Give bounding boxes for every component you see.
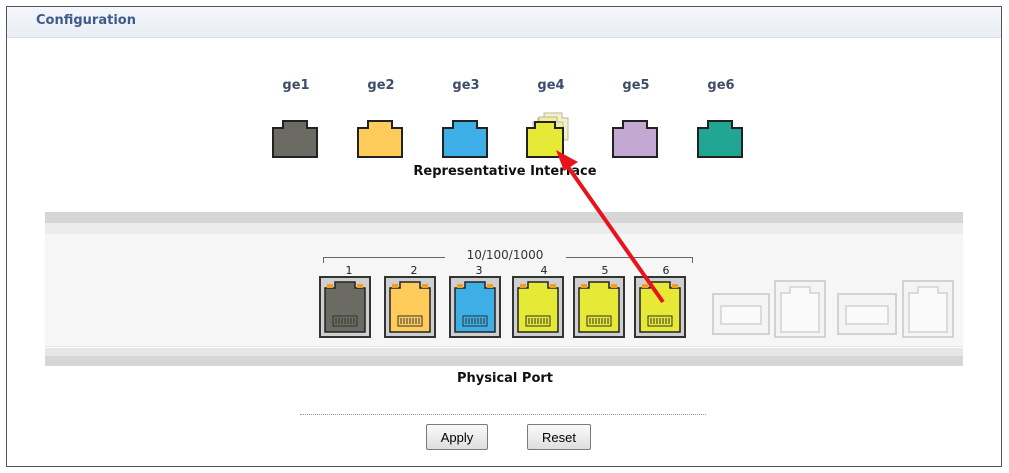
representative-interface-label: Representative Interface [413,164,597,179]
button-separator [300,414,706,415]
panel-bottom-bar-light [45,348,963,356]
ethernet-port-icon-disabled-2 [902,280,954,338]
ethernet-port-icon-3[interactable] [449,276,501,338]
panel-top-bar-shadow [45,223,963,234]
panel-top-bar [45,212,963,223]
speed-label: 10/100/1000 [466,248,544,262]
ethernet-port-icon-6[interactable] [634,276,686,338]
interface-icon-ge4[interactable] [525,112,577,158]
section-title: Configuration [36,13,136,28]
physical-port-label: Physical Port [457,371,553,386]
section-header: Configuration [7,7,1001,38]
ethernet-port-icon-1[interactable] [319,276,371,338]
interface-label-ge6: ge6 [707,78,735,93]
sfp-slot-icon-1 [712,293,770,335]
reset-button[interactable]: Reset [527,424,591,450]
interface-icon-ge5[interactable] [612,118,658,158]
apply-button[interactable]: Apply [426,424,488,450]
panel-bottom-bar [45,356,963,366]
interface-label-ge2: ge2 [367,78,395,93]
interface-icon-ge2[interactable] [357,118,403,158]
ethernet-port-icon-disabled-1 [774,280,826,338]
ethernet-port-icon-5[interactable] [573,276,625,338]
interface-icon-ge6[interactable] [697,118,743,158]
ethernet-port-icon-4[interactable] [512,276,564,338]
ethernet-port-icon-2[interactable] [384,276,436,338]
interface-icon-ge1[interactable] [272,118,318,158]
interface-label-ge1: ge1 [282,78,310,93]
interface-icon-ge3[interactable] [442,118,488,158]
interface-label-ge5: ge5 [622,78,650,93]
sfp-slot-icon-2 [837,293,897,335]
speed-range-bracket: 10/100/1000 [323,248,693,263]
interface-label-ge4: ge4 [537,78,565,93]
interface-label-ge3: ge3 [452,78,480,93]
